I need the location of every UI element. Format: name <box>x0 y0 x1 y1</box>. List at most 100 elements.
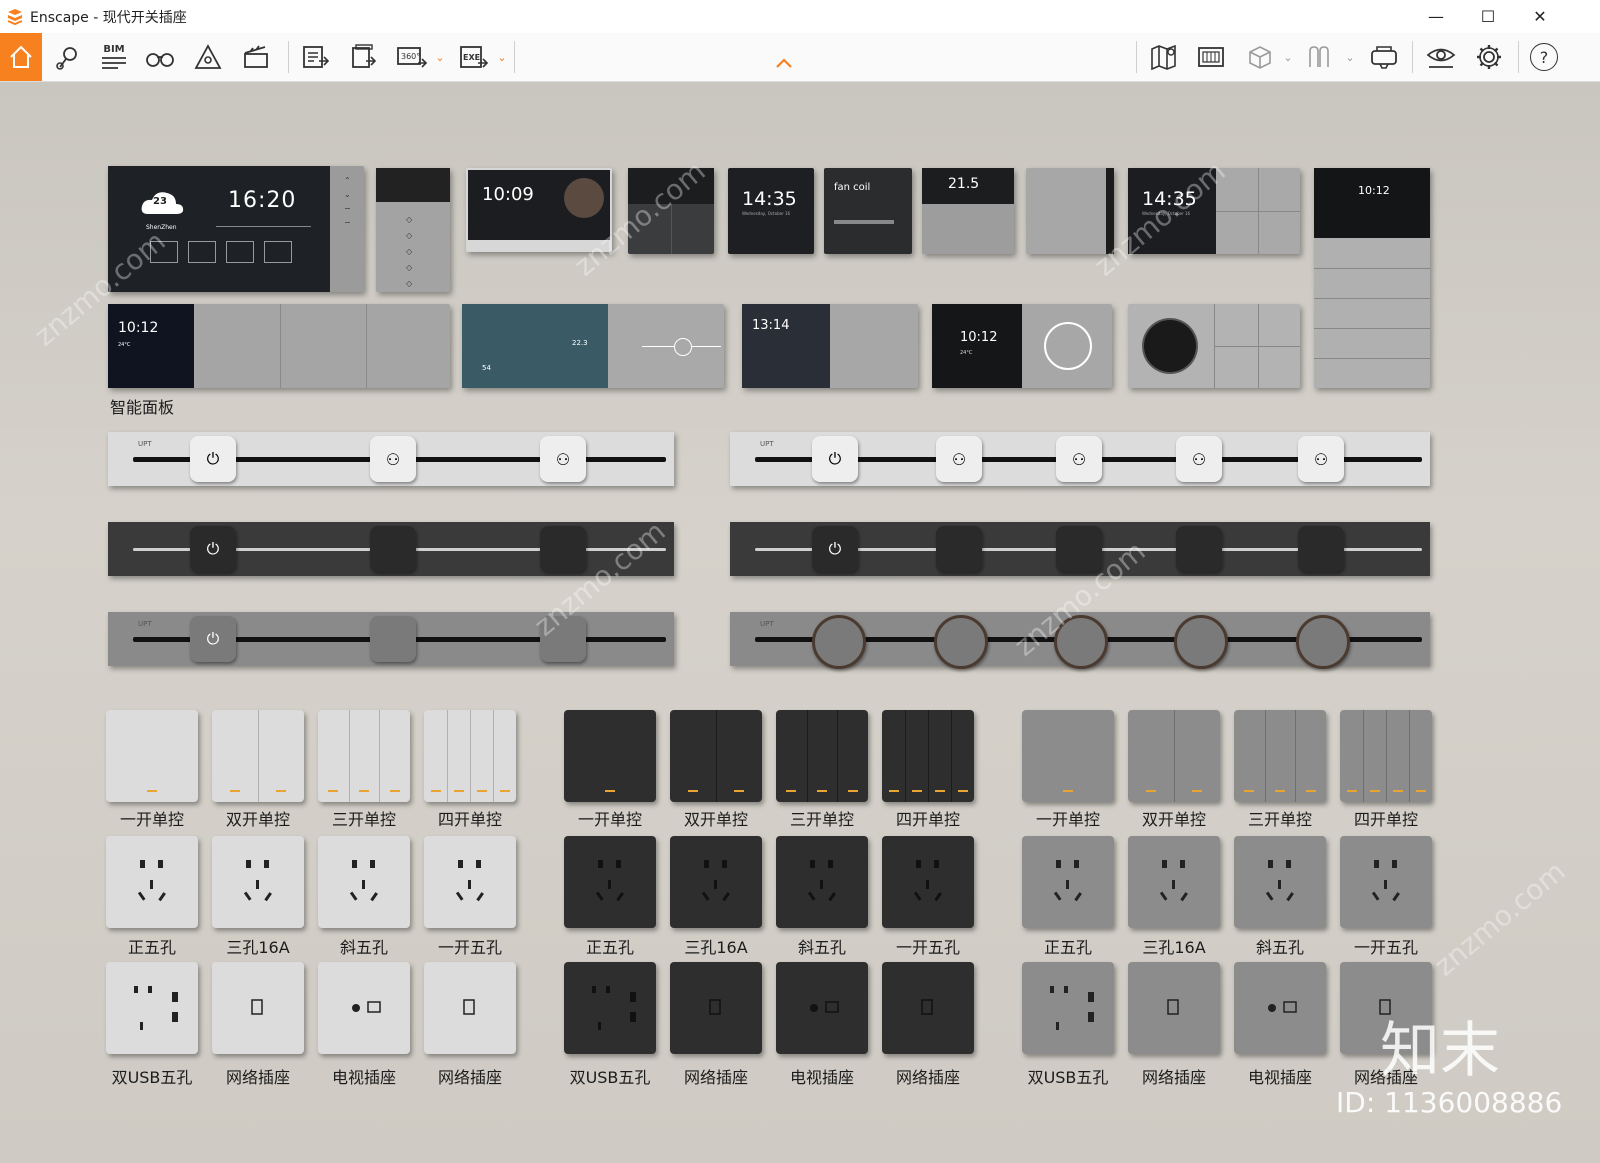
track-rail-white-left: UPT ⏻ ⚇ ⚇ <box>108 432 674 486</box>
power-switch-module: ⏻ <box>190 616 236 662</box>
vr-headset-icon <box>1371 46 1397 69</box>
watermark-logo: 知末 <box>1380 1016 1500 1086</box>
object-dropdown-caret[interactable]: ⌄ <box>1282 33 1294 81</box>
toolbar-separator <box>1136 41 1137 73</box>
screen-value: 22.3 <box>572 339 588 347</box>
close-button[interactable]: ✕ <box>1514 0 1566 33</box>
product-label: 三开单控 <box>331 810 396 829</box>
home-button[interactable] <box>0 33 42 81</box>
section-label-smart-panels: 智能面板 <box>110 398 175 417</box>
exe-export-icon: EXE <box>460 46 489 68</box>
socket-module: ⚇ <box>1298 436 1344 482</box>
product-label: 正五孔 <box>1043 938 1092 957</box>
socket-holes-icon <box>595 860 624 902</box>
map-icon <box>1151 44 1176 71</box>
socket-holes-icon <box>701 860 730 902</box>
render-viewport[interactable]: 23 ShenZhen 16:20 ⌃ ⌄ − − ◇ ◇ ◇ ◇ ◇ 10:09 14:35… <box>0 82 1600 1163</box>
batch-render-button[interactable] <box>343 33 383 81</box>
wall-switch <box>1128 710 1220 802</box>
socket-module <box>1176 526 1222 572</box>
location-button[interactable] <box>48 33 88 81</box>
product-label: 一开单控 <box>119 810 184 829</box>
binoculars-button[interactable] <box>140 33 180 81</box>
screen-date: Wednesday, October 16 <box>742 211 791 216</box>
wall-outlet <box>212 962 304 1054</box>
rail-label: UPT <box>760 620 774 628</box>
panorama-dropdown-caret[interactable]: ⌄ <box>434 33 446 81</box>
exe-dropdown-caret[interactable]: ⌄ <box>496 33 508 81</box>
watermark: znzmo.com <box>1428 854 1572 983</box>
wall-outlet <box>670 962 762 1054</box>
socket-module <box>936 526 982 572</box>
visual-settings-button[interactable] <box>1420 33 1462 81</box>
product-label: 一开五孔 <box>437 938 502 957</box>
network-socket-icon <box>463 999 475 1015</box>
batch-export-icon <box>352 44 377 68</box>
vr-headset-button[interactable] <box>1362 33 1406 81</box>
screenshot-export-icon <box>303 46 330 68</box>
product-label: 网络插座 <box>1141 1068 1206 1087</box>
perspective-button[interactable] <box>188 33 228 81</box>
smart-panel-6: fan coil <box>824 168 912 254</box>
minimize-button[interactable]: — <box>1410 0 1462 33</box>
asset-dropdown-caret[interactable]: ⌄ <box>1344 33 1356 81</box>
usb-socket-icon <box>592 986 636 1030</box>
smart-panel-7: 21.5 <box>922 168 1014 254</box>
product-label: 网络插座 <box>225 1068 290 1087</box>
wall-switch <box>1022 710 1114 802</box>
smart-panel-8 <box>1026 168 1114 254</box>
bim-label: BIM <box>103 43 125 55</box>
wall-switch <box>212 710 304 802</box>
info-board-button[interactable] <box>1191 33 1231 81</box>
track-rail-grey-left: UPT ⏻ <box>108 612 674 666</box>
screen-temperature: 23 <box>153 196 167 207</box>
smart-panel-2: ◇ ◇ ◇ ◇ ◇ <box>376 168 450 292</box>
product-label: 斜五孔 <box>797 938 846 957</box>
product-label: 三开单控 <box>789 810 854 829</box>
wall-switch <box>670 710 762 802</box>
product-label: 四开单控 <box>1353 810 1418 829</box>
help-icon: ? <box>1530 43 1558 71</box>
screen-time: 14:35 <box>742 188 797 210</box>
help-button[interactable]: ? <box>1524 33 1564 81</box>
wall-socket <box>1234 836 1326 928</box>
map-button[interactable] <box>1144 33 1184 81</box>
power-switch-module: ⏻ <box>812 436 858 482</box>
binoculars-icon <box>146 53 174 67</box>
collapse-toolbar-chevron-icon[interactable] <box>772 39 796 87</box>
product-label: 四开单控 <box>895 810 960 829</box>
object-button[interactable] <box>1240 33 1280 81</box>
track-rail-white-right: UPT ⏻ ⚇ ⚇ ⚇ ⚇ <box>730 432 1430 486</box>
wall-outlet <box>776 962 868 1054</box>
socket-holes-icon <box>137 860 166 902</box>
product-label: 双开单控 <box>1141 810 1206 829</box>
power-switch-module: ⏻ <box>812 526 858 572</box>
rail-label: UPT <box>760 440 774 448</box>
location-pin-icon <box>56 47 77 70</box>
smart-panel-r2-1: 10:12 24°C <box>108 304 450 388</box>
exe-export-button[interactable]: EXE <box>454 33 494 81</box>
perspective-icon <box>194 44 222 69</box>
screenshot-button[interactable] <box>296 33 336 81</box>
panorama-button[interactable]: 360° <box>392 33 432 81</box>
product-label: 正五孔 <box>127 938 176 957</box>
asset-library-button[interactable] <box>1300 33 1340 81</box>
maximize-button[interactable]: ☐ <box>1462 0 1514 33</box>
product-label: 电视插座 <box>1247 1068 1312 1087</box>
toolbar-separator <box>514 41 515 73</box>
smart-panel-r2-5 <box>1128 304 1300 388</box>
wall-socket <box>1340 836 1432 928</box>
round-socket-module <box>1174 615 1228 669</box>
wall-socket <box>1128 836 1220 928</box>
product-label: 一开单控 <box>1035 810 1100 829</box>
video-editor-button[interactable] <box>236 33 276 81</box>
product-label: 双开单控 <box>225 810 290 829</box>
settings-button[interactable] <box>1468 33 1510 81</box>
socket-holes-icon <box>349 860 378 902</box>
wall-socket <box>106 836 198 928</box>
bim-button[interactable]: BIM <box>94 33 134 81</box>
usb-socket-icon <box>134 986 178 1030</box>
toolbar-separator <box>1518 41 1519 73</box>
product-label: 三孔16A <box>1142 938 1206 957</box>
wall-socket <box>776 836 868 928</box>
